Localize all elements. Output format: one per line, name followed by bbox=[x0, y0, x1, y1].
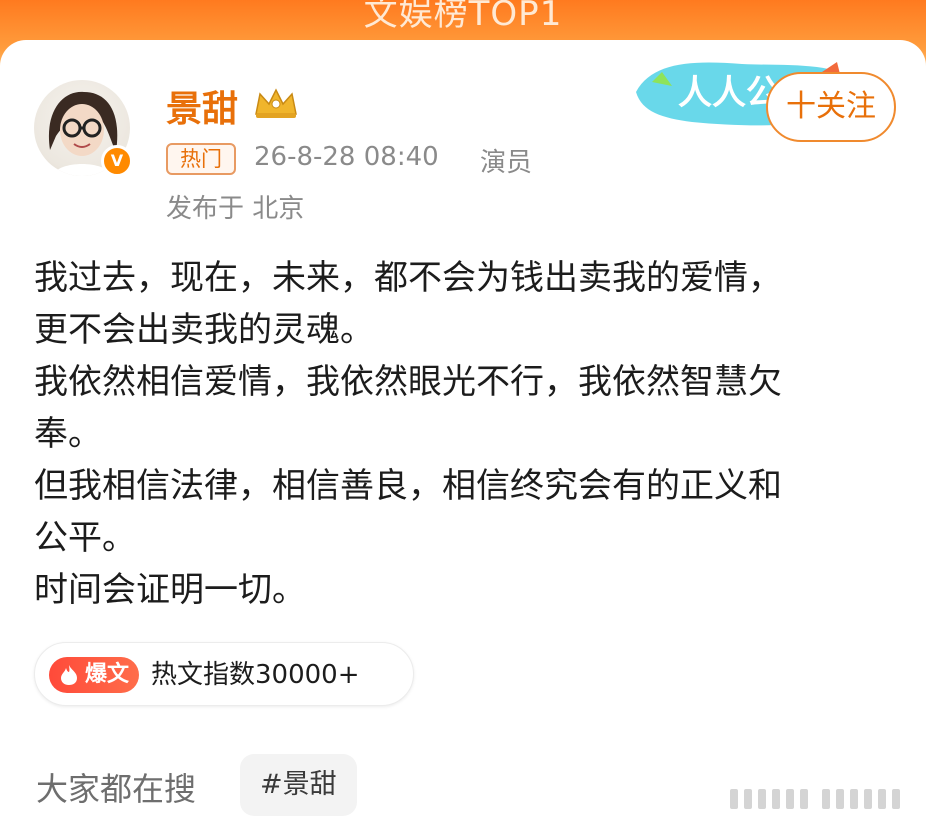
flame-icon bbox=[61, 665, 77, 685]
crown-icon bbox=[255, 88, 297, 118]
explosive-label: 爆文 bbox=[85, 662, 130, 687]
user-role: 演员 bbox=[480, 148, 533, 178]
post-line: 但我相信法律，相信善良，相信终究会有的正义和 bbox=[34, 466, 782, 506]
post-line: 公平。 bbox=[34, 518, 136, 558]
post-line: 奉。 bbox=[34, 414, 102, 454]
post-line: 时间会证明一切。 bbox=[34, 570, 306, 610]
username[interactable]: 景甜 bbox=[166, 80, 238, 132]
explosive-badge: 爆文 bbox=[49, 657, 139, 693]
post-body: 我过去，现在，未来，都不会为钱出卖我的爱情， 更不会出卖我的灵魂。 我依然相信爱… bbox=[34, 252, 904, 616]
post-line: 更不会出卖我的灵魂。 bbox=[34, 310, 374, 350]
banner-title: 文娱榜TOP1 bbox=[363, 0, 563, 34]
badge-text: 人人公 bbox=[678, 74, 780, 112]
post-line: 我过去，现在，未来，都不会为钱出卖我的爱情， bbox=[34, 258, 782, 298]
search-label: 大家都在搜 bbox=[36, 770, 197, 808]
search-tag[interactable]: #景甜 bbox=[240, 754, 357, 816]
hot-tag: 热门 bbox=[166, 143, 236, 175]
post-timestamp: 26-8-28 08:40 bbox=[254, 142, 439, 172]
watermark-icon bbox=[730, 789, 900, 809]
follow-button[interactable]: 十关注 bbox=[766, 72, 896, 142]
post-line: 我依然相信爱情，我依然眼光不行，我依然智慧欠 bbox=[34, 362, 782, 402]
post-location: 发布于 北京 bbox=[166, 194, 305, 224]
verified-icon: V bbox=[101, 145, 133, 177]
hot-index-chip[interactable]: 爆文 热文指数30000+ bbox=[34, 642, 414, 706]
hot-index-text: 热文指数30000+ bbox=[151, 660, 360, 690]
